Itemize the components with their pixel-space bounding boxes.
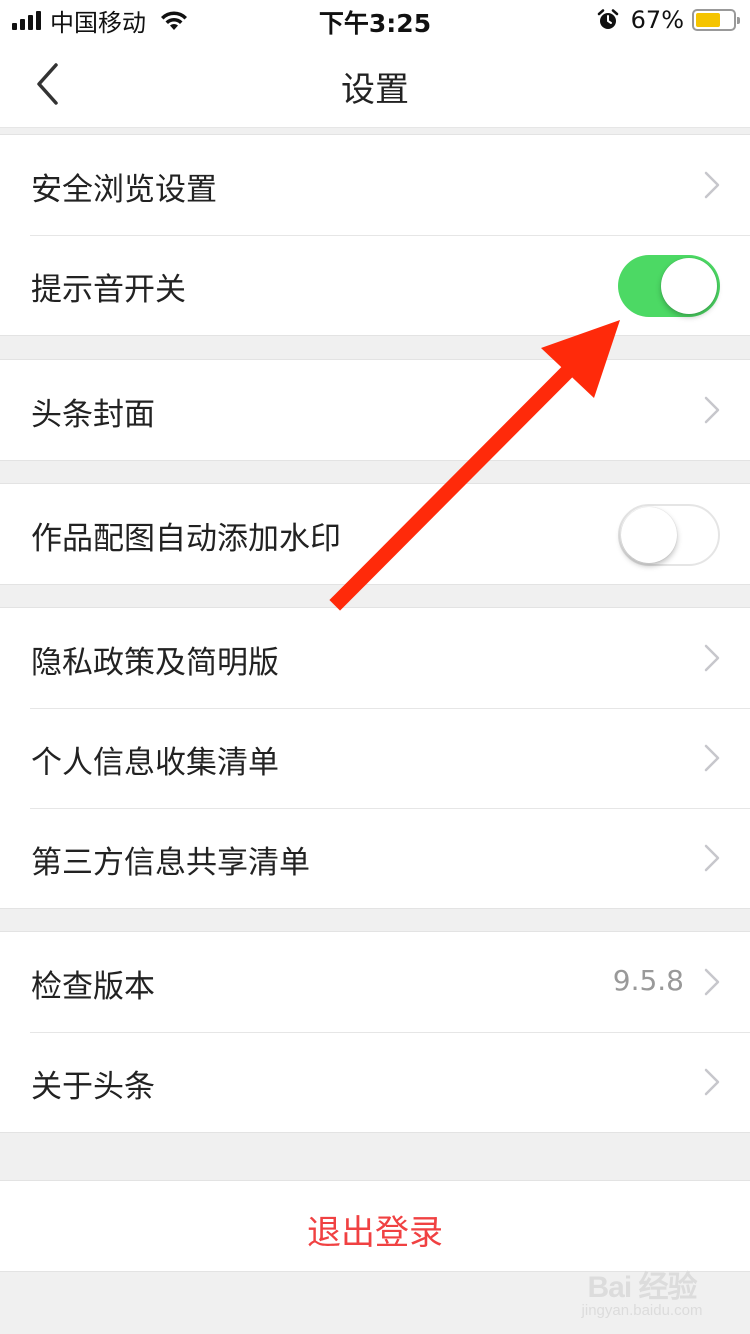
chevron-right-icon (704, 171, 720, 199)
row-label: 作品配图自动添加水印 (31, 521, 341, 557)
row-personal-info-list[interactable]: 个人信息收集清单 (0, 708, 750, 808)
row-label: 关于头条 (31, 1069, 155, 1105)
baidu-watermark: Bai 经验 jingyan.baidu.com (574, 1262, 710, 1319)
toggle-knob (661, 258, 717, 314)
settings-group-cover: 头条封面 (0, 359, 750, 461)
settings-group-privacy: 隐私政策及简明版 个人信息收集清单 第三方信息共享清单 (0, 607, 750, 909)
logout-button[interactable]: 退出登录 (0, 1180, 750, 1272)
chevron-right-icon (704, 744, 720, 772)
sound-toggle-switch[interactable] (618, 255, 720, 317)
chevron-right-icon (704, 1068, 720, 1096)
row-third-party-list[interactable]: 第三方信息共享清单 (0, 808, 750, 908)
chevron-right-icon (704, 844, 720, 872)
settings-group-watermark: 作品配图自动添加水印 (0, 483, 750, 585)
toggle-knob (621, 507, 677, 563)
chevron-right-icon (704, 396, 720, 424)
alarm-icon (597, 9, 618, 29)
row-watermark-toggle: 作品配图自动添加水印 (0, 484, 750, 584)
row-check-version[interactable]: 检查版本 9.5.8 (0, 932, 750, 1032)
watermark-logo: Bai 经验 (587, 1271, 697, 1304)
page-title: 设置 (341, 70, 409, 110)
settings-group-general: 安全浏览设置 提示音开关 (0, 134, 750, 336)
row-label: 提示音开关 (31, 272, 186, 308)
row-label: 隐私政策及简明版 (31, 645, 279, 681)
logout-label: 退出登录 (307, 1213, 443, 1253)
row-label: 头条封面 (31, 397, 155, 433)
watermark-url: jingyan.baidu.com (581, 1302, 703, 1319)
status-bar: 中国移动 下午3:25 67% (0, 0, 750, 40)
battery-fill (696, 13, 721, 27)
row-sound-toggle: 提示音开关 (0, 235, 750, 335)
nav-bar: 设置 (0, 40, 750, 128)
battery-icon (692, 9, 740, 31)
chevron-right-icon (704, 644, 720, 672)
row-about[interactable]: 关于头条 (0, 1032, 750, 1132)
chevron-right-icon (704, 968, 720, 996)
watermark-toggle-switch[interactable] (618, 504, 720, 566)
row-safe-browsing[interactable]: 安全浏览设置 (0, 135, 750, 235)
row-privacy-policy[interactable]: 隐私政策及简明版 (0, 608, 750, 708)
row-label: 个人信息收集清单 (31, 745, 279, 781)
row-label: 检查版本 (31, 969, 155, 1005)
settings-group-about: 检查版本 9.5.8 关于头条 (0, 931, 750, 1133)
row-label: 第三方信息共享清单 (31, 845, 310, 881)
battery-percent: 67% (630, 6, 684, 34)
status-right: 67% (597, 6, 740, 34)
row-headline-cover[interactable]: 头条封面 (0, 360, 750, 460)
version-value: 9.5.8 (612, 964, 684, 997)
row-label: 安全浏览设置 (31, 172, 217, 208)
